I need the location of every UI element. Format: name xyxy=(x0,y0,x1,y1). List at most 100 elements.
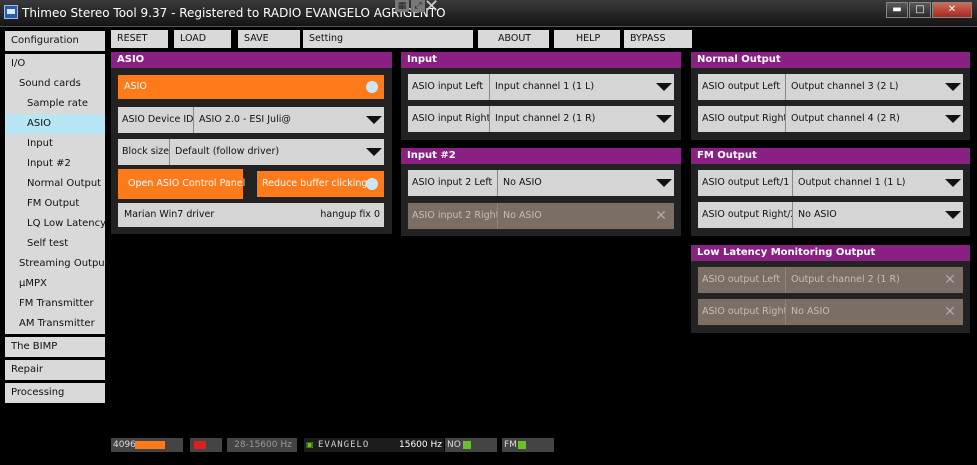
fm-output-left-row: ASIO output Left/1 Output channel 1 (1 L… xyxy=(698,170,963,196)
toggle-indicator-icon xyxy=(366,81,378,93)
save-button[interactable]: SAVE xyxy=(238,30,300,48)
window-title: Thimeo Stereo Tool 9.37 - Registered to … xyxy=(22,6,446,20)
input-right-label: ASIO input Right xyxy=(412,113,491,124)
reset-button[interactable]: RESET xyxy=(111,30,168,48)
open-asio-control-panel-button[interactable]: Open ASIO Control Panel xyxy=(118,169,245,199)
normal-output-left-row: ASIO output Left Output channel 3 (2 L) xyxy=(698,74,963,100)
close-icon[interactable]: ✕ xyxy=(940,270,960,290)
sidebar-item-input[interactable]: Input xyxy=(5,134,105,154)
llm-output-left-row: ASIO output Left Output channel 2 (1 R) … xyxy=(698,267,963,293)
block-size-select[interactable]: Default (follow driver) xyxy=(169,139,384,165)
sidebar-item-sample-rate[interactable]: Sample rate xyxy=(5,94,105,114)
overlay-close-icon[interactable]: ✕ xyxy=(424,0,439,17)
sidebar-item-configuration[interactable]: Configuration xyxy=(5,31,105,51)
sidebar: Configuration I/O Sound cards Sample rate AS… xyxy=(5,31,109,406)
overlay-icons: ▦ ⤢ xyxy=(395,0,425,14)
no-indicator: NO xyxy=(445,438,497,452)
chevron-down-icon[interactable] xyxy=(941,202,963,228)
chevron-down-icon[interactable] xyxy=(652,106,674,132)
chevron-down-icon[interactable] xyxy=(362,107,384,133)
normal-output-right-row: ASIO output Right Output channel 4 (2 R) xyxy=(698,106,963,132)
input2-left-row: ASIO input 2 Left No ASIO xyxy=(408,170,674,196)
fm-output-right-row: ASIO output Right/2 No ASIO xyxy=(698,202,963,228)
driver-name: Marian Win7 driver xyxy=(124,209,215,220)
llm-output-right-label: ASIO output Right xyxy=(702,306,788,317)
asio-enable-toggle[interactable]: ASIO xyxy=(118,75,384,99)
normal-output-left-select[interactable]: Output channel 3 (2 L) xyxy=(785,74,963,100)
chevron-down-icon[interactable] xyxy=(652,74,674,100)
llm-output-right-select: No ASIO xyxy=(785,299,963,325)
sidebar-item-asio[interactable]: ASIO xyxy=(5,114,105,134)
llm-output-panel-title: Low Latency Monitoring Output xyxy=(691,245,970,261)
sidebar-item-lq-low-latency[interactable]: LQ Low Latency xyxy=(5,214,106,234)
sidebar-item-fm-output[interactable]: FM Output xyxy=(5,194,105,214)
no-led-icon xyxy=(463,441,471,449)
title-bar: Thimeo Stereo Tool 9.37 - Registered to … xyxy=(0,0,977,27)
sidebar-item-µmpx[interactable]: µMPX xyxy=(5,274,105,294)
reduce-buffer-label: Reduce buffer clicking xyxy=(262,178,368,189)
llm-output-left-label: ASIO output Left xyxy=(702,274,781,285)
frequency-range: 28-15600 Hz xyxy=(227,438,297,452)
input-left-row: ASIO input Left Input channel 1 (1 L) xyxy=(408,74,674,100)
sidebar-item-normal-output[interactable]: Normal Output xyxy=(5,174,105,194)
sidebar-item-repair[interactable]: Repair xyxy=(5,360,105,380)
maximize-button[interactable]: □ xyxy=(909,2,931,18)
sidebar-item-sound-cards[interactable]: Sound cards xyxy=(5,74,105,94)
buffer-level-bar xyxy=(135,441,165,449)
chevron-down-icon[interactable] xyxy=(941,170,963,196)
fm-output-panel-title: FM Output xyxy=(691,148,970,164)
asio-enable-label: ASIO xyxy=(124,81,147,92)
clip-indicator xyxy=(190,438,222,452)
close-icon[interactable]: ✕ xyxy=(651,206,671,226)
bypass-button[interactable]: BYPASS xyxy=(624,30,692,48)
hangup-fix-value: hangup fix 0 xyxy=(320,209,380,220)
normal-output-left-label: ASIO output Left xyxy=(702,81,781,92)
input2-right-row: ASIO input 2 Right No ASIO ✕ xyxy=(408,203,674,229)
input-right-select[interactable]: Input channel 2 (1 R) xyxy=(489,106,674,132)
llm-output-left-select: Output channel 2 (1 R) xyxy=(785,267,963,293)
sidebar-item-the-bimp[interactable]: The BIMP xyxy=(5,337,105,357)
sidebar-item-self-test[interactable]: Self test xyxy=(5,234,105,254)
sidebar-item-am-transmitter[interactable]: AM Transmitter xyxy=(5,314,105,334)
block-size-row: Block size Default (follow driver) xyxy=(118,139,384,165)
rds-text: EVANGELO xyxy=(318,440,370,450)
close-icon[interactable]: ✕ xyxy=(940,302,960,322)
fm-indicator: FM xyxy=(502,438,554,452)
toggle-indicator-icon xyxy=(366,178,378,190)
load-button[interactable]: LOAD xyxy=(174,30,231,48)
input2-left-label: ASIO input 2 Left xyxy=(412,177,493,188)
fm-label: FM xyxy=(504,440,517,450)
buffer-meter: 4096 xyxy=(111,438,183,452)
about-button[interactable]: ABOUT xyxy=(478,30,549,48)
input2-right-select: No ASIO xyxy=(497,203,674,229)
chevron-down-icon[interactable] xyxy=(941,106,963,132)
fm-output-right-select[interactable]: No ASIO xyxy=(792,202,963,228)
chevron-down-icon[interactable] xyxy=(362,139,384,165)
reduce-buffer-toggle[interactable]: Reduce buffer clicking xyxy=(257,171,384,197)
fm-output-left-select[interactable]: Output channel 1 (1 L) xyxy=(792,170,963,196)
grid-icon: ▦ xyxy=(395,0,409,12)
fm-output-right-label: ASIO output Right/2 xyxy=(702,209,797,220)
setting-field[interactable]: Setting xyxy=(303,30,473,48)
normal-output-right-select[interactable]: Output channel 4 (2 R) xyxy=(785,106,963,132)
minimize-button[interactable]: ▬ xyxy=(886,2,908,18)
sidebar-item-streaming-output[interactable]: Streaming Output xyxy=(5,254,109,274)
normal-output-right-label: ASIO output Right xyxy=(702,113,788,124)
input2-left-select[interactable]: No ASIO xyxy=(497,170,674,196)
sidebar-item-fm-transmitter[interactable]: FM Transmitter xyxy=(5,294,105,314)
asio-device-select[interactable]: ASIO 2.0 - ESI Juli@ xyxy=(193,107,384,133)
no-label: NO xyxy=(447,440,461,450)
help-button[interactable]: HELP xyxy=(554,30,620,48)
fm-led-icon xyxy=(518,441,526,449)
sidebar-item-i-o[interactable]: I/O xyxy=(5,54,105,74)
chevron-down-icon[interactable] xyxy=(941,74,963,100)
sidebar-item-input-2[interactable]: Input #2 xyxy=(5,154,105,174)
sidebar-item-processing[interactable]: Processing xyxy=(5,383,105,403)
clip-led-icon xyxy=(194,441,206,449)
input-left-select[interactable]: Input channel 1 (1 L) xyxy=(489,74,674,100)
fm-output-left-label: ASIO output Left/1 xyxy=(702,177,790,188)
stereo-icon: ▣ xyxy=(306,440,314,449)
input2-panel-title: Input #2 xyxy=(401,148,681,164)
chevron-down-icon[interactable] xyxy=(652,170,674,196)
close-button[interactable]: ✕ xyxy=(932,2,972,18)
